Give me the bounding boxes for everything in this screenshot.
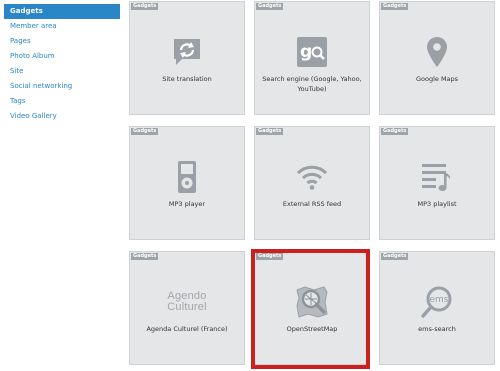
- ems-logo-text: ems: [430, 295, 449, 305]
- tile-label: Agenda Culturel (France): [146, 325, 228, 333]
- gadget-badge: Gadgets: [256, 128, 284, 135]
- logo-line-2: Culturel: [167, 301, 207, 313]
- gadget-tile-google-maps[interactable]: Gadgets Google Maps: [379, 1, 495, 115]
- playlist-icon: [380, 157, 494, 197]
- sidebar-item-photo-album[interactable]: Photo Album: [4, 49, 120, 64]
- map-pin-icon: [380, 32, 494, 72]
- gadget-tile-agenda-culturel[interactable]: Gadgets Agendo Culturel Agenda Culturel …: [129, 251, 245, 365]
- tile-label: Site translation: [162, 75, 212, 83]
- gadget-badge: Gadgets: [381, 128, 409, 135]
- tile-label: MP3 player: [168, 200, 206, 208]
- tile-label: External RSS feed: [282, 200, 342, 208]
- svg-text:g: g: [300, 42, 312, 62]
- gadget-tile-site-translation[interactable]: Gadgets Site translation: [129, 1, 245, 115]
- translate-icon: [130, 32, 244, 72]
- tile-label: ems-search: [418, 325, 456, 333]
- sidebar-item-gadgets[interactable]: Gadgets: [4, 4, 120, 19]
- gadget-badge: Gadgets: [381, 3, 409, 10]
- gadget-tile-mp3-player[interactable]: Gadgets MP3 player: [129, 126, 245, 240]
- gadget-tile-external-rss-feed[interactable]: Gadgets External RSS feed: [254, 126, 370, 240]
- tile-label: MP3 playlist: [417, 200, 457, 208]
- gadget-tile-ems-search[interactable]: Gadgets ems ems-search: [379, 251, 495, 365]
- gadget-badge: Gadgets: [131, 128, 159, 135]
- gadget-badge: Gadgets: [131, 3, 159, 10]
- sidebar-item-member-area[interactable]: Member area: [4, 19, 120, 34]
- google-search-icon: g: [255, 32, 369, 72]
- ems-icon: ems: [380, 282, 494, 322]
- gadget-badge: Gadgets: [381, 253, 409, 260]
- sidebar-item-pages[interactable]: Pages: [4, 34, 120, 49]
- wifi-feed-icon: [255, 157, 369, 197]
- gadget-badge: Gadgets: [256, 3, 284, 10]
- sidebar-item-video-gallery[interactable]: Video Gallery: [4, 109, 120, 124]
- sidebar-item-site[interactable]: Site: [4, 64, 120, 79]
- sidebar-item-social-networking[interactable]: Social networking: [4, 79, 120, 94]
- category-sidebar: Gadgets Member area Pages Photo Album Si…: [4, 4, 120, 124]
- selection-highlight: [251, 249, 370, 369]
- gadget-tile-search-engine[interactable]: Gadgets g Search engine (Google, Yahoo, …: [254, 1, 370, 115]
- sidebar-item-tags[interactable]: Tags: [4, 94, 120, 109]
- gadget-badge: Gadgets: [131, 253, 159, 260]
- agenda-culturel-logo: Agendo Culturel: [130, 282, 244, 322]
- tile-label: Google Maps: [415, 75, 459, 83]
- tile-label: Search engine (Google, Yahoo, YouTube): [262, 75, 362, 93]
- mp3-player-icon: [130, 157, 244, 197]
- gadget-tile-mp3-playlist[interactable]: Gadgets MP3 playlist: [379, 126, 495, 240]
